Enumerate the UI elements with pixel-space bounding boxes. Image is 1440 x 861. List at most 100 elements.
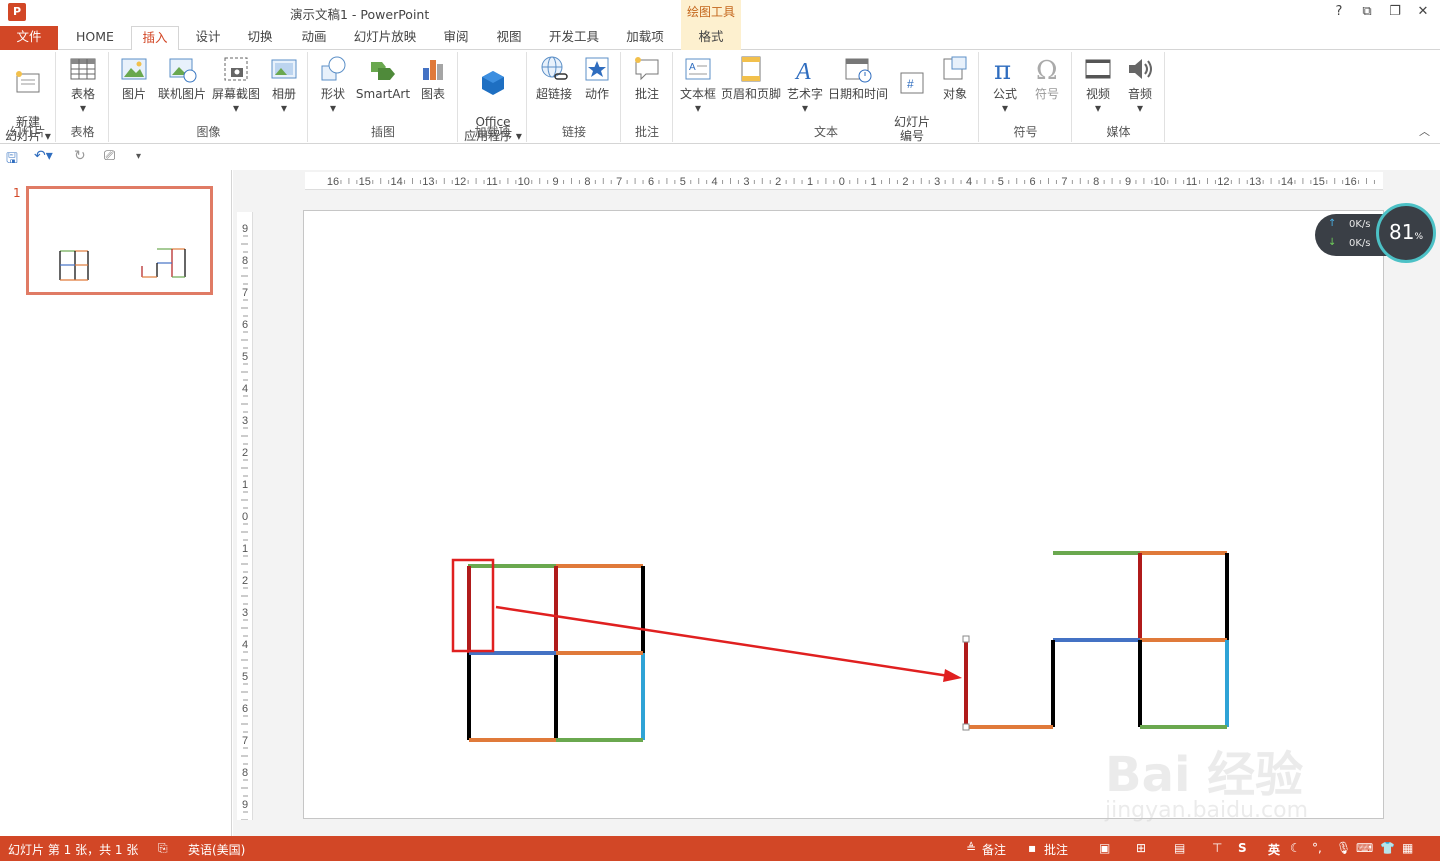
normal-view-icon[interactable]: ▣ [1099, 841, 1110, 855]
network-speed-widget[interactable]: ↑ 0K/s ↓ 0K/s 81% [1315, 203, 1436, 263]
textbox-button[interactable]: A 文本框 ▾ [678, 54, 718, 115]
tab-format[interactable]: 格式 [681, 26, 741, 50]
vruler-label: 4 [242, 639, 248, 651]
ribbon-tabs: 文件 HOME 插入 设计 切换 动画 幻灯片放映 审阅 视图 开发工具 加载项… [0, 26, 1440, 68]
tab-review[interactable]: 审阅 [434, 26, 478, 50]
date-time-button[interactable]: 日期和时间 [828, 54, 888, 101]
hruler-label: 15 [359, 176, 371, 188]
tab-slideshow[interactable]: 幻灯片放映 [348, 26, 422, 50]
tab-transitions[interactable]: 切换 [238, 26, 282, 50]
window-title: 演示文稿1 - PowerPoint [290, 7, 430, 22]
wordart-button[interactable]: A 艺术字 ▾ [784, 54, 826, 115]
chart-icon [423, 60, 443, 80]
watermark-url: jingyan.baidu.com [1105, 798, 1309, 823]
skin-icon[interactable]: 👕 [1380, 841, 1395, 855]
annotation-highlight-box [451, 558, 495, 653]
slide-thumbnail[interactable] [26, 186, 213, 295]
hruler-label: 13 [422, 176, 434, 188]
slide-count-status: 幻灯片 第 1 张，共 1 张 [8, 843, 139, 857]
close-icon[interactable]: ✕ [1414, 2, 1432, 22]
collapse-ribbon-icon[interactable]: ︿ [1419, 123, 1430, 139]
equation-button[interactable]: π 公式 ▾ [986, 54, 1024, 115]
keyboard-icon[interactable]: ⌨ [1356, 841, 1373, 855]
slide-number-icon: # [900, 72, 924, 94]
slideshow-view-icon[interactable]: ⊤ [1212, 841, 1222, 855]
ribbon-group-tables: 表格 ▾ 表格 [57, 52, 109, 142]
svg-text:A: A [689, 62, 696, 73]
slide-sorter-icon[interactable]: ⊞ [1136, 841, 1146, 855]
comment-button[interactable]: 批注 [628, 54, 666, 101]
selection-handle-bottom[interactable] [962, 723, 970, 731]
picture-button[interactable]: 图片 [116, 54, 152, 101]
vruler-label: 6 [242, 319, 248, 331]
reading-view-icon[interactable]: ▤ [1174, 841, 1185, 855]
title-bar: P 演示文稿1 - PowerPoint 绘图工具 ? ⧉ ❐ ✕ [0, 0, 1440, 26]
table-button[interactable]: 表格 ▾ [63, 54, 103, 115]
tab-developer[interactable]: 开发工具 [542, 26, 606, 50]
tab-view[interactable]: 视图 [487, 26, 531, 50]
tab-animations[interactable]: 动画 [292, 26, 336, 50]
selection-handle-top[interactable] [962, 635, 970, 643]
video-button[interactable]: 视频 ▾ [1079, 54, 1117, 115]
toolbox-icon[interactable]: ▦ [1402, 841, 1413, 855]
redo-icon[interactable]: ↻ [74, 148, 86, 164]
download-speed: 0K/s [1349, 238, 1371, 249]
screenshot-icon [224, 57, 248, 81]
watermark-brand: Bai 经验 [1105, 747, 1304, 803]
spellcheck-icon[interactable]: ⎘ [158, 841, 168, 856]
notes-icon[interactable]: ≜ [966, 841, 976, 855]
symbol-button[interactable]: Ω 符号 [1028, 54, 1066, 101]
hruler-label: 2 [902, 176, 908, 188]
action-button[interactable]: 动作 [578, 54, 616, 101]
hyperlink-button[interactable]: 超链接 [532, 54, 576, 101]
ribbon-group-illustrations: 形状 ▾ SmartArt 图表 插图 [309, 52, 458, 142]
ribbon-group-slides: 新建 幻灯片 ▾ 幻灯片 [0, 52, 56, 143]
language-status[interactable]: 英语(美国) [188, 841, 245, 858]
notes-button[interactable]: 备注 [982, 841, 1006, 858]
moon-icon[interactable]: ☾ [1290, 841, 1301, 855]
tab-addins[interactable]: 加载项 [618, 26, 672, 50]
smartart-icon [371, 62, 395, 80]
ribbon-group-links: 超链接 动作 链接 [528, 52, 621, 142]
vruler-label: 2 [242, 447, 248, 459]
slideshow-from-start-icon[interactable]: ⎚ [104, 148, 115, 164]
ribbon-display-options-icon[interactable]: ⧉ [1358, 2, 1376, 22]
table-icon [70, 58, 96, 80]
comments-icon[interactable]: ▪ [1028, 841, 1036, 855]
photo-album-button[interactable]: 相册 ▾ [264, 54, 304, 115]
tab-insert[interactable]: 插入 [131, 26, 179, 51]
punctuation-icon[interactable]: °, [1312, 841, 1322, 855]
restore-icon[interactable]: ❐ [1386, 2, 1404, 22]
memory-usage-circle[interactable]: 81% [1376, 203, 1436, 263]
audio-button[interactable]: 音频 ▾ [1121, 54, 1159, 115]
hruler-label: 6 [648, 176, 654, 188]
shapes-button[interactable]: 形状 ▾ [315, 54, 351, 115]
tab-file[interactable]: 文件 [0, 26, 58, 50]
header-footer-button[interactable]: 页眉和页脚 [720, 54, 782, 101]
save-icon[interactable]: 🖫 [6, 148, 18, 172]
ime-mode[interactable]: 英 [1268, 841, 1280, 858]
drawing-tools-group-label: 绘图工具 [681, 0, 741, 26]
screenshot-button[interactable]: 屏幕截图 ▾ [210, 54, 262, 115]
undo-icon[interactable]: ↶▾ [34, 148, 53, 164]
horizontal-ruler: 16 15 14 13 12 11 10 9 8 7 6 5 4 3 2 1 0 1 2 3 4 5 6 7 8 9 10 11 12 1… [305, 172, 1383, 190]
microphone-icon[interactable]: 🎙 [1336, 841, 1351, 855]
comment-icon [635, 57, 659, 81]
chart-button[interactable]: 图表 [415, 54, 451, 101]
smartart-button[interactable]: SmartArt [355, 54, 411, 101]
customize-qat-icon[interactable]: ▾ [136, 151, 141, 162]
tab-design[interactable]: 设计 [186, 26, 230, 50]
comments-button[interactable]: 批注 [1044, 841, 1068, 858]
hruler-label: 12 [454, 176, 466, 188]
equation-icon: π [994, 56, 1011, 84]
vruler-label: 9 [242, 223, 248, 235]
hruler-label: 1 [871, 176, 877, 188]
online-picture-button[interactable]: 联机图片 [156, 54, 208, 101]
ribbon-group-media: 视频 ▾ 音频 ▾ 媒体 [1073, 52, 1165, 142]
object-button[interactable]: 对象 [936, 54, 974, 101]
tab-home[interactable]: HOME [64, 26, 126, 50]
hruler-label: 8 [1093, 176, 1099, 188]
sogou-ime-icon[interactable]: S [1238, 841, 1247, 855]
powerpoint-icon[interactable]: P [8, 3, 26, 21]
help-icon[interactable]: ? [1330, 2, 1348, 22]
